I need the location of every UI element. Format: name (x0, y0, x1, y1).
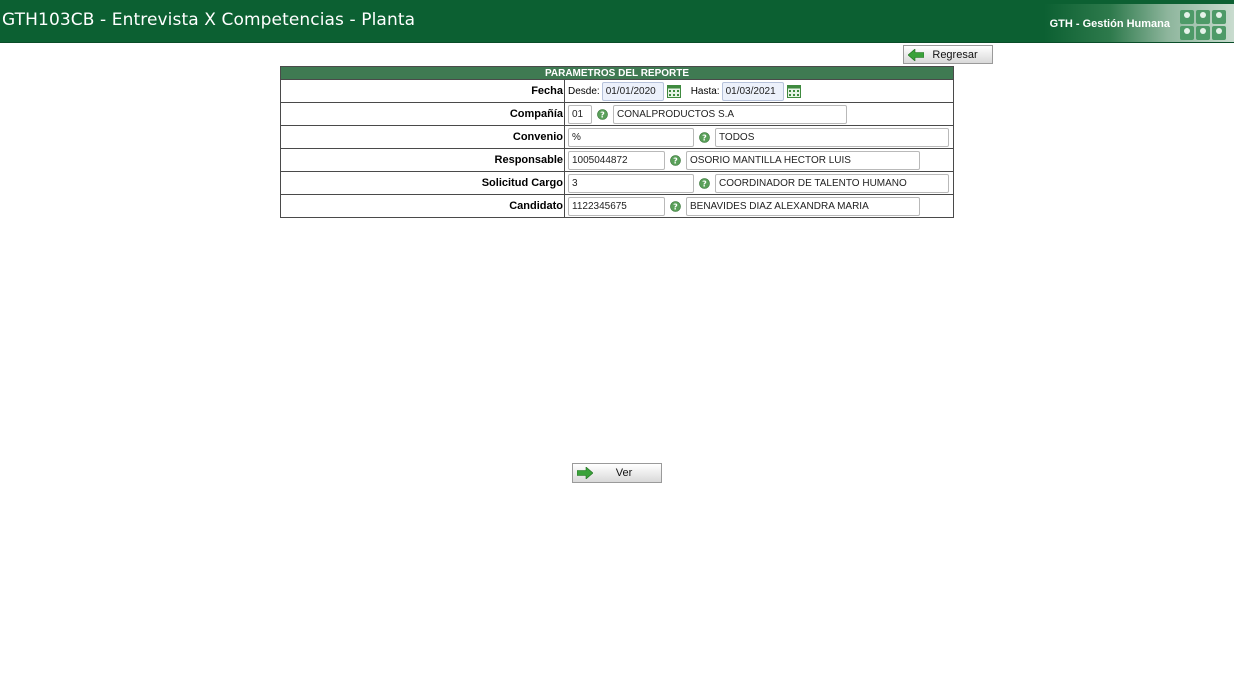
back-button[interactable]: Regresar (903, 45, 993, 64)
help-icon[interactable]: ? (670, 154, 681, 166)
view-button[interactable]: Ver (572, 463, 662, 483)
svg-text:?: ? (702, 133, 707, 142)
help-icon[interactable]: ? (597, 108, 608, 120)
brand-name: GTH - Gestión Humana (1049, 18, 1170, 30)
svg-text:?: ? (600, 110, 605, 119)
view-button-label: Ver (615, 467, 633, 479)
people-icon (1180, 10, 1228, 40)
arrow-left-icon (908, 48, 924, 61)
param-row-fecha: Fecha Desde: Hasta: (280, 79, 954, 103)
arrow-right-icon (577, 467, 593, 479)
responsable-code-input[interactable] (568, 150, 665, 170)
back-button-label: Regresar (932, 48, 978, 61)
param-row-compania: Compañía ? (280, 102, 954, 126)
app-header: GTH103CB - Entrevista X Competencias - P… (0, 0, 1234, 43)
param-row-solicitud-cargo: Solicitud Cargo ? (280, 171, 954, 195)
convenio-label: Convenio (280, 125, 565, 149)
param-row-convenio: Convenio ? (280, 125, 954, 149)
calendar-icon[interactable] (666, 84, 681, 98)
help-icon[interactable]: ? (670, 200, 681, 212)
report-parameters-heading: PARAMETROS DEL REPORTE (280, 66, 954, 80)
svg-text:?: ? (673, 202, 678, 211)
desde-label: Desde: (568, 85, 600, 97)
help-icon[interactable]: ? (699, 131, 710, 143)
convenio-name-field[interactable] (715, 127, 949, 147)
responsable-label: Responsable (280, 148, 565, 172)
solicitud-cargo-label: Solicitud Cargo (280, 171, 565, 195)
responsable-name-field[interactable] (686, 150, 920, 170)
param-row-candidato: Candidato ? (280, 194, 954, 218)
hasta-label: Hasta: (690, 85, 720, 97)
candidato-label: Candidato (280, 194, 565, 218)
convenio-code-input[interactable] (568, 127, 694, 147)
solicitud-cargo-code-input[interactable] (568, 173, 694, 193)
candidato-name-field[interactable] (686, 196, 920, 216)
svg-text:?: ? (673, 156, 678, 165)
brand-banner: GTH - Gestión Humana (1044, 4, 1234, 42)
param-row-responsable: Responsable ? (280, 148, 954, 172)
report-parameters-table: PARAMETROS DEL REPORTE Fecha Desde: Hast… (280, 66, 954, 218)
solicitud-cargo-name-field[interactable] (715, 173, 949, 193)
calendar-icon[interactable] (786, 84, 801, 98)
fecha-label: Fecha (280, 79, 565, 103)
page-title: GTH103CB - Entrevista X Competencias - P… (2, 10, 416, 30)
svg-text:?: ? (702, 179, 707, 188)
compania-label: Compañía (280, 102, 565, 126)
candidato-code-input[interactable] (568, 196, 665, 216)
compania-name-field[interactable] (613, 104, 847, 124)
help-icon[interactable]: ? (699, 177, 710, 189)
compania-code-input[interactable] (568, 104, 592, 124)
fecha-hasta-input[interactable] (721, 81, 784, 101)
fecha-desde-input[interactable] (601, 81, 664, 101)
